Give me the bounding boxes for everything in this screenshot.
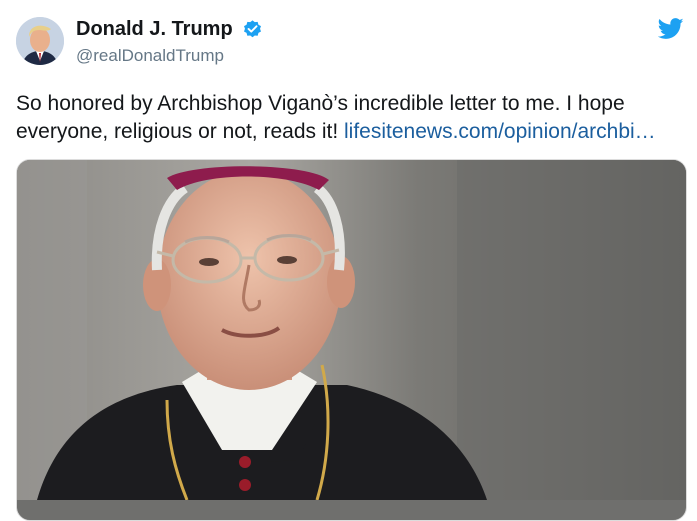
tweet-text: So honored by Archbishop Viganò’s incred…: [16, 90, 686, 146]
tweet-header: Donald J. Trump @realDonaldTrump: [0, 0, 697, 80]
archbishop-photo-icon: [17, 160, 686, 500]
author-names: Donald J. Trump @realDonaldTrump: [76, 18, 263, 66]
link-card[interactable]: [16, 159, 687, 521]
author-display-name[interactable]: Donald J. Trump: [76, 18, 233, 41]
tweet-link[interactable]: lifesitenews.com/opinion/archbi…: [344, 120, 656, 143]
avatar-photo-icon: [16, 17, 64, 65]
verified-badge-icon: [244, 20, 262, 38]
twitter-bird-icon[interactable]: [658, 18, 684, 40]
avatar[interactable]: [16, 17, 64, 65]
author-handle[interactable]: @realDonaldTrump: [76, 46, 263, 66]
